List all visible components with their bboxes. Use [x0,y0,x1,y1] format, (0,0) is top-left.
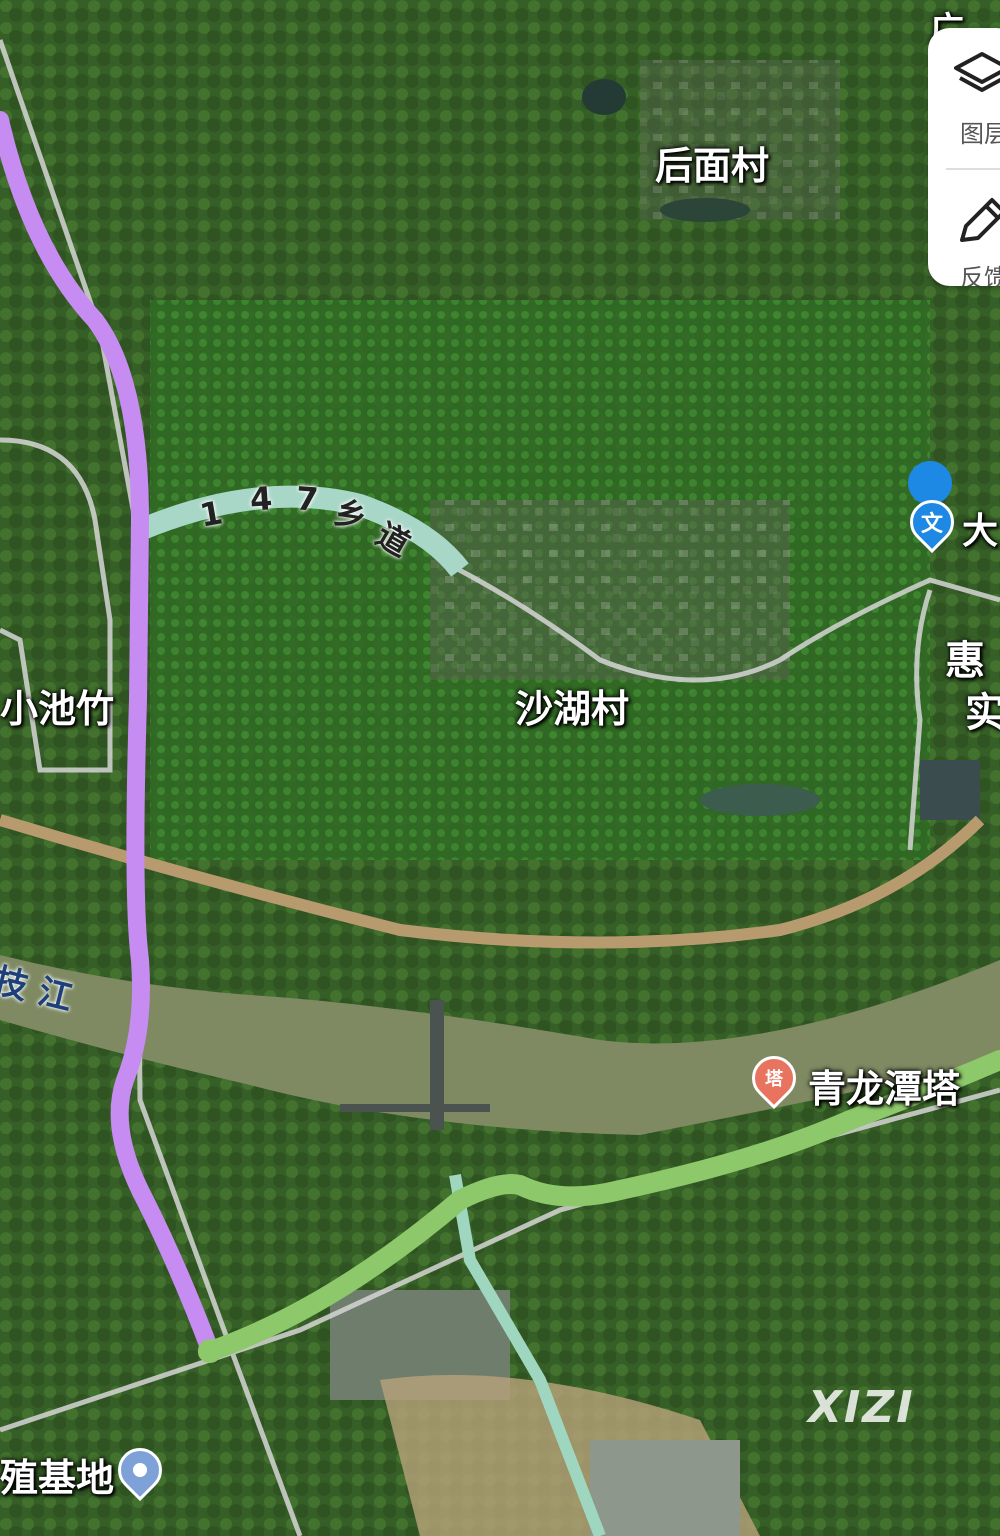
culture-icon: 文 [920,512,944,538]
pencil-icon [960,198,1000,242]
poi-label-base[interactable]: 殖基地 [0,1447,114,1502]
layers-icon [954,52,1000,92]
road-name-char: 4 [248,479,274,519]
dot-icon [133,1463,147,1477]
watermark: XIZI [808,1382,915,1433]
village-label-chizhu[interactable]: 小池竹 [0,678,114,733]
village-label-houmian[interactable]: 后面村 [655,135,769,190]
route-junction[interactable] [198,1339,222,1363]
pond [660,198,750,222]
road-name-char: 7 [294,479,320,519]
feedback-label: 反馈 [960,264,1000,286]
label-shi-cut[interactable]: 实 [965,680,1000,738]
industrial-site [590,1440,740,1536]
layers-button[interactable]: 图层 [928,28,1000,156]
satellite-map[interactable] [0,0,1000,1536]
label-da-cut[interactable]: 大 [962,502,998,554]
pond [920,760,980,820]
pond [582,79,626,115]
poi-label-qinglongtan[interactable]: 青龙潭塔 [808,1058,960,1113]
village-label-shahu[interactable]: 沙湖村 [515,678,629,733]
pagoda-icon: 塔 [765,1069,783,1090]
map-control-panel: 图层 反馈 [928,28,1000,286]
pond [700,784,820,816]
label-hui-cut[interactable]: 惠 [945,628,985,686]
feedback-button[interactable]: 反馈 [928,170,1000,286]
dam-structure [340,1104,490,1112]
poi-pin-shape [908,461,953,505]
layers-label: 图层 [960,120,1000,148]
village-area [430,500,790,680]
